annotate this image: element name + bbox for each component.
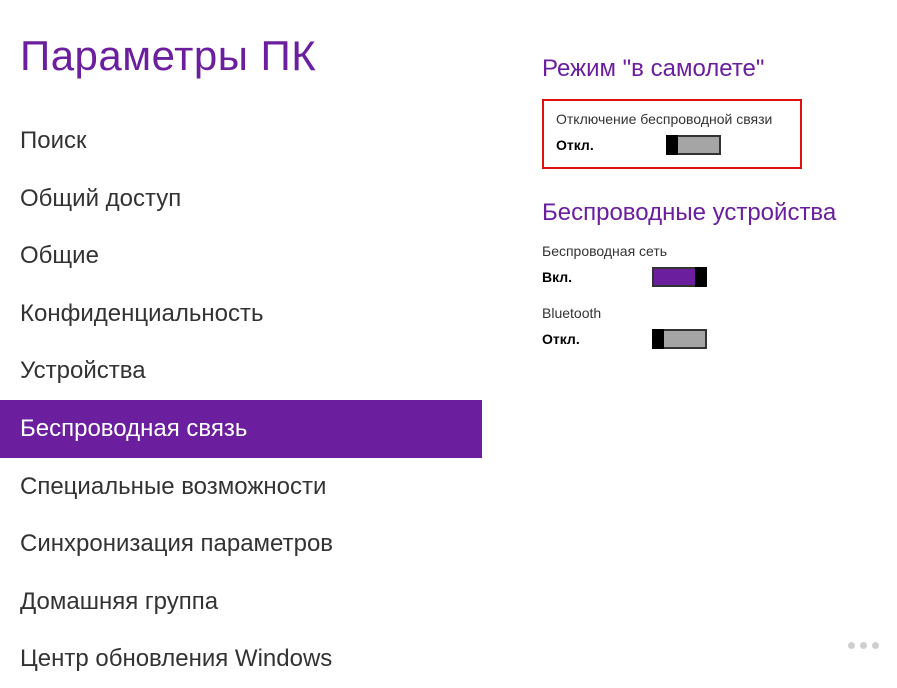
nav-item-privacy[interactable]: Конфиденциальность xyxy=(0,285,482,343)
dot-icon xyxy=(860,642,867,649)
nav-item-share[interactable]: Общий доступ xyxy=(0,170,482,228)
content-panel: Режим "в самолете" Отключение беспроводн… xyxy=(482,0,897,661)
dot-icon xyxy=(848,642,855,649)
wifi-label: Беспроводная сеть xyxy=(542,243,877,259)
nav-item-search[interactable]: Поиск xyxy=(0,112,482,170)
nav-item-homegroup[interactable]: Домашняя группа xyxy=(0,573,482,631)
sidebar: Параметры ПК Поиск Общий доступ Общие Ко… xyxy=(0,0,482,661)
airplane-toggle-status: Откл. xyxy=(556,137,606,153)
airplane-mode-label: Отключение беспроводной связи xyxy=(556,111,788,127)
sidebar-title: Параметры ПК xyxy=(0,0,482,80)
nav-item-accessibility[interactable]: Специальные возможности xyxy=(0,458,482,516)
airplane-toggle-row: Откл. xyxy=(556,135,788,155)
bluetooth-toggle-switch[interactable] xyxy=(652,329,707,349)
wireless-devices-header: Беспроводные устройства xyxy=(542,199,877,227)
airplane-toggle-switch[interactable] xyxy=(666,135,721,155)
page-indicator-dots xyxy=(848,642,879,649)
bluetooth-setting-block: Bluetooth Откл. xyxy=(542,305,877,349)
nav-item-windows-update[interactable]: Центр обновления Windows xyxy=(0,630,482,688)
bluetooth-label: Bluetooth xyxy=(542,305,877,321)
bluetooth-toggle-row: Откл. xyxy=(542,329,877,349)
nav-item-sync[interactable]: Синхронизация параметров xyxy=(0,515,482,573)
wifi-toggle-row: Вкл. xyxy=(542,267,877,287)
nav-item-general[interactable]: Общие xyxy=(0,227,482,285)
bluetooth-toggle-status: Откл. xyxy=(542,331,592,347)
dot-icon xyxy=(872,642,879,649)
nav-item-wireless[interactable]: Беспроводная связь xyxy=(0,400,482,458)
nav-item-devices[interactable]: Устройства xyxy=(0,342,482,400)
wifi-toggle-status: Вкл. xyxy=(542,269,592,285)
wifi-setting-block: Беспроводная сеть Вкл. xyxy=(542,243,877,287)
airplane-mode-header: Режим "в самолете" xyxy=(542,55,877,83)
wireless-devices-section: Беспроводные устройства Беспроводная сет… xyxy=(542,199,877,349)
wifi-toggle-switch[interactable] xyxy=(652,267,707,287)
airplane-mode-highlighted-box: Отключение беспроводной связи Откл. xyxy=(542,99,802,169)
